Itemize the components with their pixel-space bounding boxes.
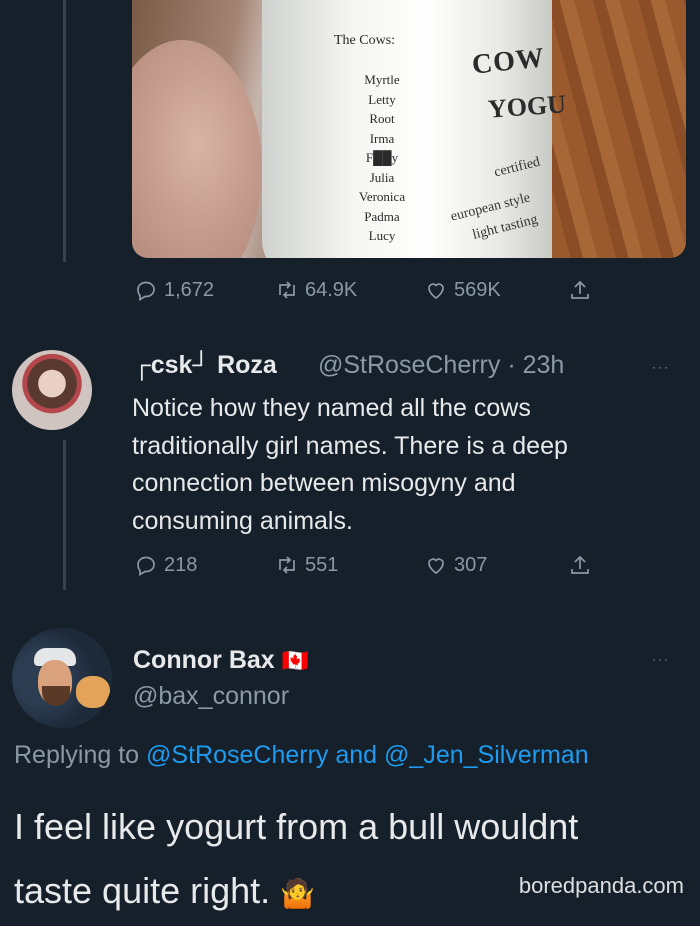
retweet-button[interactable]: 551 bbox=[275, 553, 338, 577]
avatar-connor[interactable] bbox=[12, 628, 112, 728]
tweet2-line: consuming animals. bbox=[132, 506, 353, 535]
like-button[interactable]: 307 bbox=[424, 553, 487, 577]
share-icon bbox=[571, 280, 589, 299]
share-icon bbox=[571, 555, 589, 574]
tweet1-action-bar: 1,672 64.9K 569K bbox=[0, 276, 700, 308]
shrug-emoji-icon: 🤷 bbox=[280, 878, 316, 909]
tweet2-line: connection between misogyny and bbox=[132, 469, 516, 497]
cow-name: Lucy bbox=[368, 228, 396, 243]
tweet-image[interactable]: The Cows: Myrtle Letty Root Irma F██y Ju… bbox=[132, 0, 686, 258]
tweet3-line-2: taste quite right. 🤷 bbox=[14, 870, 316, 911]
tweet3-line: I feel like yogurt from a bull wouldnt bbox=[14, 806, 579, 847]
tweet3-body: I feel like yogurt from a bull wouldnt t… bbox=[14, 795, 578, 926]
reply-button[interactable]: 1,672 bbox=[134, 278, 214, 302]
canada-flag-icon: 🇨🇦 bbox=[281, 648, 310, 673]
tweet2-handle[interactable]: @StRoseCherry · 23h bbox=[318, 351, 564, 380]
tweet2-body: Notice how they named all the cows tradi… bbox=[132, 390, 568, 540]
retweet-count: 551 bbox=[305, 553, 339, 576]
retweet-icon bbox=[279, 281, 295, 299]
reply-icon bbox=[137, 281, 155, 302]
replying-and: and bbox=[335, 741, 378, 769]
cow-name: Letty bbox=[368, 91, 396, 107]
avatar-beard bbox=[42, 686, 70, 706]
avatar-roza[interactable] bbox=[12, 350, 92, 430]
like-count: 307 bbox=[454, 553, 488, 576]
tweet2-line: traditionally girl names. There is a dee… bbox=[132, 431, 568, 460]
cow-name: Irma bbox=[369, 130, 395, 146]
author-name-text: Connor Bax bbox=[133, 646, 275, 674]
cow-name: Root bbox=[369, 111, 395, 126]
heart-icon bbox=[428, 283, 444, 300]
image-cows-title: The Cows: bbox=[334, 33, 396, 48]
like-count: 569K bbox=[454, 278, 501, 301]
replying-prefix: Replying to bbox=[14, 741, 140, 769]
like-button[interactable]: 569K bbox=[424, 278, 501, 302]
cow-name: Veronica bbox=[358, 189, 406, 204]
retweet-count: 64.9K bbox=[305, 278, 358, 301]
image-wood bbox=[552, 0, 686, 258]
share-button[interactable] bbox=[568, 553, 592, 577]
cow-name: Padma bbox=[364, 208, 400, 224]
share-button[interactable] bbox=[568, 278, 592, 302]
reply-count: 1,672 bbox=[164, 278, 215, 301]
more-options-icon[interactable]: ··· bbox=[652, 360, 670, 374]
watermark: boredpanda.com bbox=[518, 873, 684, 898]
avatar-cat bbox=[76, 676, 110, 708]
image-cow-names: Myrtle Letty Root Irma F██y Julia Veroni… bbox=[342, 70, 422, 246]
tweet3-author-name[interactable]: Connor Bax 🇨🇦 bbox=[133, 646, 309, 675]
thread-line-top bbox=[63, 0, 66, 262]
cow-name: Julia bbox=[369, 169, 395, 185]
reply-button[interactable]: 218 bbox=[134, 553, 197, 577]
reply-count: 218 bbox=[164, 553, 198, 576]
tweet2-line: Notice how they named all the cows bbox=[132, 394, 531, 422]
tweet2-action-bar: 218 551 307 bbox=[0, 551, 700, 583]
retweet-icon bbox=[279, 556, 295, 574]
image-arm bbox=[132, 40, 262, 258]
heart-icon bbox=[428, 558, 444, 575]
tweet2-author-name[interactable]: ┌csk┘ Roza bbox=[133, 351, 277, 380]
retweet-button[interactable]: 64.9K bbox=[275, 278, 357, 302]
tweet3-handle[interactable]: @bax_connor bbox=[133, 682, 289, 711]
cow-name: F██y bbox=[365, 150, 399, 165]
mention-jen-silverman[interactable]: @_Jen_Silverman bbox=[384, 741, 589, 769]
image-brand-line2: YOGU bbox=[487, 89, 567, 124]
cow-name: Myrtle bbox=[364, 72, 400, 87]
reply-icon bbox=[137, 556, 155, 577]
mention-strosecherry[interactable]: @StRoseCherry bbox=[146, 741, 328, 769]
more-options-icon[interactable]: ··· bbox=[652, 652, 670, 666]
replying-to-line: Replying to @StRoseCherry and @_Jen_Silv… bbox=[14, 741, 589, 770]
